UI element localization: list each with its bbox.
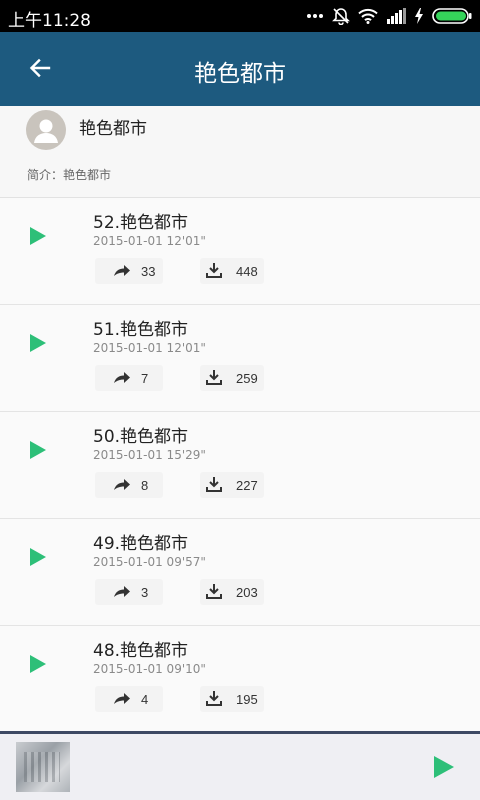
share-count[interactable]: 33 <box>95 258 163 284</box>
app-bar: 艳色都市 <box>0 32 480 106</box>
download-icon <box>206 476 236 495</box>
download-icon <box>206 369 236 388</box>
status-bar: 上午11:28 <box>0 0 480 32</box>
list-item[interactable]: 51.艳色都市 2015-01-01 12'01" 7 259 <box>0 305 480 412</box>
list-item[interactable]: 50.艳色都市 2015-01-01 15'29" 8 227 <box>0 412 480 519</box>
share-icon <box>113 263 141 280</box>
download-icon <box>206 262 236 281</box>
download-count-value: 195 <box>236 691 258 707</box>
track-date-duration: 2015-01-01 15'29" <box>93 448 206 462</box>
download-count[interactable]: 227 <box>200 472 264 498</box>
track-title: 50.艳色都市 <box>93 427 189 447</box>
battery-icon <box>432 8 472 24</box>
album-header: 艳色都市 简介：艳色都市 <box>0 106 480 198</box>
list-item[interactable]: 49.艳色都市 2015-01-01 09'57" 3 203 <box>0 519 480 626</box>
download-count-value: 448 <box>236 263 258 279</box>
download-icon <box>206 690 236 709</box>
share-count[interactable]: 4 <box>95 686 163 712</box>
play-icon[interactable] <box>26 652 50 676</box>
download-count-value: 259 <box>236 370 258 386</box>
person-icon <box>34 119 58 143</box>
download-count[interactable]: 448 <box>200 258 264 284</box>
download-count-value: 203 <box>236 584 258 600</box>
share-count[interactable]: 3 <box>95 579 163 605</box>
track-title: 48.艳色都市 <box>93 641 189 661</box>
share-icon <box>113 584 141 601</box>
download-count-value: 227 <box>236 477 258 493</box>
share-count-value: 4 <box>141 691 149 707</box>
download-count[interactable]: 195 <box>200 686 264 712</box>
page-title: 艳色都市 <box>194 61 286 87</box>
mute-icon <box>332 7 350 25</box>
track-date-duration: 2015-01-01 12'01" <box>93 234 206 248</box>
album-name: 艳色都市 <box>79 119 147 139</box>
track-date-duration: 2015-01-01 09'10" <box>93 662 206 676</box>
share-icon <box>113 477 141 494</box>
play-icon[interactable] <box>432 754 456 780</box>
signal-icon <box>386 8 406 24</box>
play-icon[interactable] <box>26 331 50 355</box>
share-count-value: 3 <box>141 584 149 600</box>
status-time: 上午11:28 <box>8 11 91 31</box>
track-date-duration: 2015-01-01 09'57" <box>93 555 206 569</box>
album-art[interactable] <box>16 742 70 792</box>
track-title: 52.艳色都市 <box>93 213 189 233</box>
share-count-value: 8 <box>141 477 149 493</box>
download-icon <box>206 583 236 602</box>
track-title: 49.艳色都市 <box>93 534 189 554</box>
wifi-icon <box>358 8 378 24</box>
charging-icon <box>414 8 424 24</box>
status-icons <box>306 6 472 26</box>
play-icon[interactable] <box>26 438 50 462</box>
share-count-value: 7 <box>141 370 149 386</box>
play-icon[interactable] <box>26 545 50 569</box>
download-count[interactable]: 259 <box>200 365 264 391</box>
share-count[interactable]: 7 <box>95 365 163 391</box>
share-count-value: 33 <box>141 263 156 279</box>
track-title: 51.艳色都市 <box>93 320 189 340</box>
more-dots-icon <box>306 13 324 19</box>
track-list: 52.艳色都市 2015-01-01 12'01" 33 448 51.艳色都市… <box>0 198 480 733</box>
list-item[interactable]: 52.艳色都市 2015-01-01 12'01" 33 448 <box>0 198 480 305</box>
mini-player <box>0 731 480 800</box>
share-count[interactable]: 8 <box>95 472 163 498</box>
avatar <box>26 110 66 150</box>
play-icon[interactable] <box>26 224 50 248</box>
track-date-duration: 2015-01-01 12'01" <box>93 341 206 355</box>
download-count[interactable]: 203 <box>200 579 264 605</box>
album-description: 简介：艳色都市 <box>27 168 112 182</box>
list-item[interactable]: 48.艳色都市 2015-01-01 09'10" 4 195 <box>0 626 480 733</box>
share-icon <box>113 370 141 387</box>
share-icon <box>113 691 141 708</box>
